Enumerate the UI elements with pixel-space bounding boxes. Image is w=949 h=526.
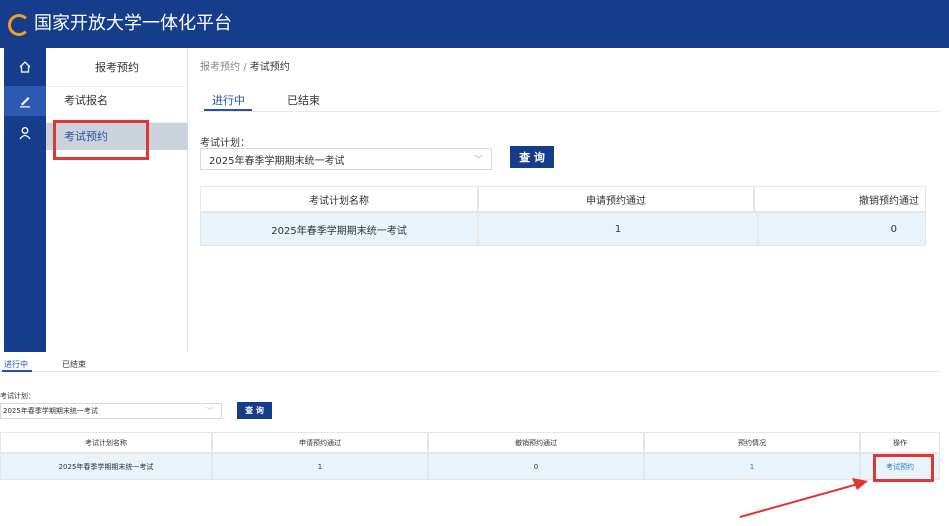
- lower-query-button[interactable]: 查 询: [237, 402, 272, 419]
- lower-table-header-booking-status: 预约情况: [644, 432, 860, 453]
- user-icon[interactable]: [4, 118, 46, 148]
- query-button[interactable]: 查 询: [510, 146, 554, 168]
- table-cell-plan-name: 2025年春季学期期末统一考试: [200, 212, 478, 246]
- app-title: 国家开放大学一体化平台: [34, 13, 232, 34]
- home-icon[interactable]: [4, 52, 46, 82]
- lower-table-header-apply-passed: 申请预约通过: [212, 432, 428, 453]
- lower-table-header-cancel-passed: 撤销预约通过: [428, 432, 644, 453]
- highlight-box-submenu: [53, 120, 149, 160]
- breadcrumb-current: 考试预约: [249, 62, 290, 73]
- lower-exam-plan-select[interactable]: 2025年春季学期期末统一考试 ﹀: [0, 403, 222, 419]
- lower-tab-in-progress[interactable]: 进行中: [4, 359, 28, 370]
- lower-table-cell-plan-name: 2025年春季学期期末统一考试: [0, 453, 212, 480]
- lower-tab-ended[interactable]: 已结束: [62, 359, 86, 370]
- lower-active-tab-indicator: [2, 370, 32, 372]
- breadcrumb-parent[interactable]: 报考预约: [200, 62, 240, 73]
- lower-table-header-plan-name: 考试计划名称: [0, 432, 212, 453]
- logo-icon: [8, 14, 30, 36]
- exam-plan-value: 2025年春季学期期末统一考试: [209, 155, 345, 167]
- active-tab-indicator: [204, 109, 252, 111]
- pencil-icon[interactable]: [4, 86, 46, 116]
- lower-exam-plan-label: 考试计划：: [0, 392, 35, 400]
- lower-tabs-divider: [0, 371, 940, 372]
- breadcrumb: 报考预约 / 考试预约: [200, 58, 290, 73]
- submenu-item-exam-registration[interactable]: 考试报名: [46, 86, 188, 114]
- chevron-down-icon: ﹀: [473, 155, 483, 166]
- table-header-cancel-passed: 撤销预约通过: [754, 186, 926, 212]
- submenu-title: 报考预约: [95, 61, 139, 74]
- table-cell-apply-passed: 1: [478, 212, 758, 246]
- lower-exam-plan-value: 2025年春季学期期末统一考试: [3, 407, 98, 415]
- breadcrumb-separator: /: [243, 62, 247, 73]
- lower-table-cell-booking-status[interactable]: 1: [644, 453, 860, 480]
- highlight-box-action: [873, 454, 934, 482]
- table-cell-cancel-passed: 0: [758, 212, 926, 246]
- lower-chevron-down-icon: ﹀: [206, 407, 213, 415]
- tab-ended[interactable]: 已结束: [287, 92, 320, 108]
- lower-table-header-action: 操作: [860, 432, 940, 453]
- tabs-divider: [200, 111, 940, 112]
- table-header-plan-name: 考试计划名称: [200, 186, 478, 212]
- exam-plan-select[interactable]: 2025年春季学期期末统一考试 ﹀: [200, 148, 492, 170]
- table-header-apply-passed: 申请预约通过: [478, 186, 754, 212]
- exam-plan-label: 考试计划：: [200, 138, 250, 149]
- tab-in-progress[interactable]: 进行中: [212, 92, 245, 108]
- lower-table-cell-apply-passed: 1: [212, 453, 428, 480]
- lower-table-cell-cancel-passed: 0: [428, 453, 644, 480]
